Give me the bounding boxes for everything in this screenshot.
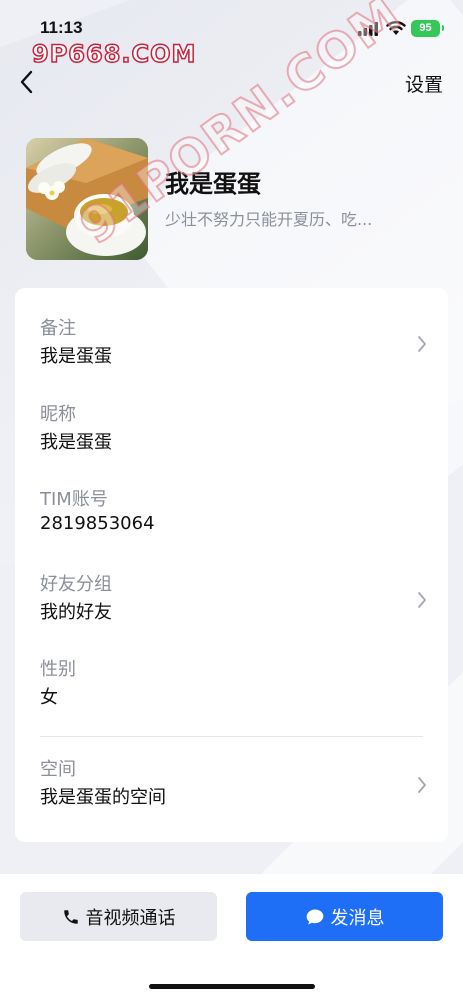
- wifi-icon: [386, 21, 406, 35]
- back-button[interactable]: [14, 68, 42, 96]
- av-call-label: 音视频通话: [85, 907, 176, 929]
- home-indicator: [149, 984, 315, 989]
- qzone-label: 空间: [40, 759, 76, 780]
- friend-group-value: 我的好友: [40, 602, 112, 623]
- remark-label: 备注: [40, 318, 76, 339]
- send-message-button[interactable]: 发消息: [246, 892, 443, 941]
- gender-value: 女: [40, 687, 58, 708]
- battery-icon: 95: [411, 20, 444, 37]
- info-row-gender: 性别 女: [15, 655, 448, 725]
- send-message-label: 发消息: [330, 907, 385, 929]
- gender-label: 性别: [40, 659, 76, 680]
- divider: [40, 736, 423, 737]
- remark-value: 我是蛋蛋: [40, 346, 112, 367]
- phone-icon: [63, 909, 78, 924]
- signal-icon: [358, 22, 378, 36]
- info-card: 备注 我是蛋蛋 昵称 我是蛋蛋 TIM账号 2819853064 好友分组 我的…: [15, 288, 448, 842]
- profile-signature: 少壮不努力只能开夏历、吃...: [165, 210, 373, 229]
- bottom-action-bar: 音视频通话 发消息: [0, 874, 463, 1000]
- chevron-right-icon: [418, 592, 426, 608]
- watermark-top: 9P668.COM: [31, 39, 197, 69]
- qzone-value: 我是蛋蛋的空间: [40, 787, 166, 808]
- nav-bar: 设置: [0, 62, 463, 102]
- tim-account-label: TIM账号: [40, 489, 108, 510]
- friend-group-label: 好友分组: [40, 574, 112, 595]
- avatar-tea-image: [26, 138, 148, 260]
- info-row-friend-group[interactable]: 好友分组 我的好友: [15, 570, 448, 640]
- avatar[interactable]: [26, 138, 148, 260]
- chat-bubble-icon: [306, 909, 323, 924]
- tim-account-value: 2819853064: [40, 513, 155, 534]
- chevron-right-icon: [418, 777, 426, 793]
- info-row-nickname: 昵称 我是蛋蛋: [15, 400, 448, 470]
- nickname-label: 昵称: [40, 404, 76, 425]
- settings-link[interactable]: 设置: [405, 70, 443, 97]
- profile-name: 我是蛋蛋: [165, 170, 261, 198]
- profile-header: 我是蛋蛋 少壮不努力只能开夏历、吃...: [26, 138, 446, 262]
- nickname-value: 我是蛋蛋: [40, 432, 112, 453]
- av-call-button[interactable]: 音视频通话: [20, 892, 217, 941]
- info-row-remark[interactable]: 备注 我是蛋蛋: [15, 314, 448, 384]
- chevron-right-icon: [418, 336, 426, 352]
- info-row-tim-account: TIM账号 2819853064: [15, 485, 448, 555]
- status-time: 11:13: [40, 18, 83, 37]
- battery-level: 95: [419, 22, 432, 34]
- info-row-qzone[interactable]: 空间 我是蛋蛋的空间: [15, 755, 448, 825]
